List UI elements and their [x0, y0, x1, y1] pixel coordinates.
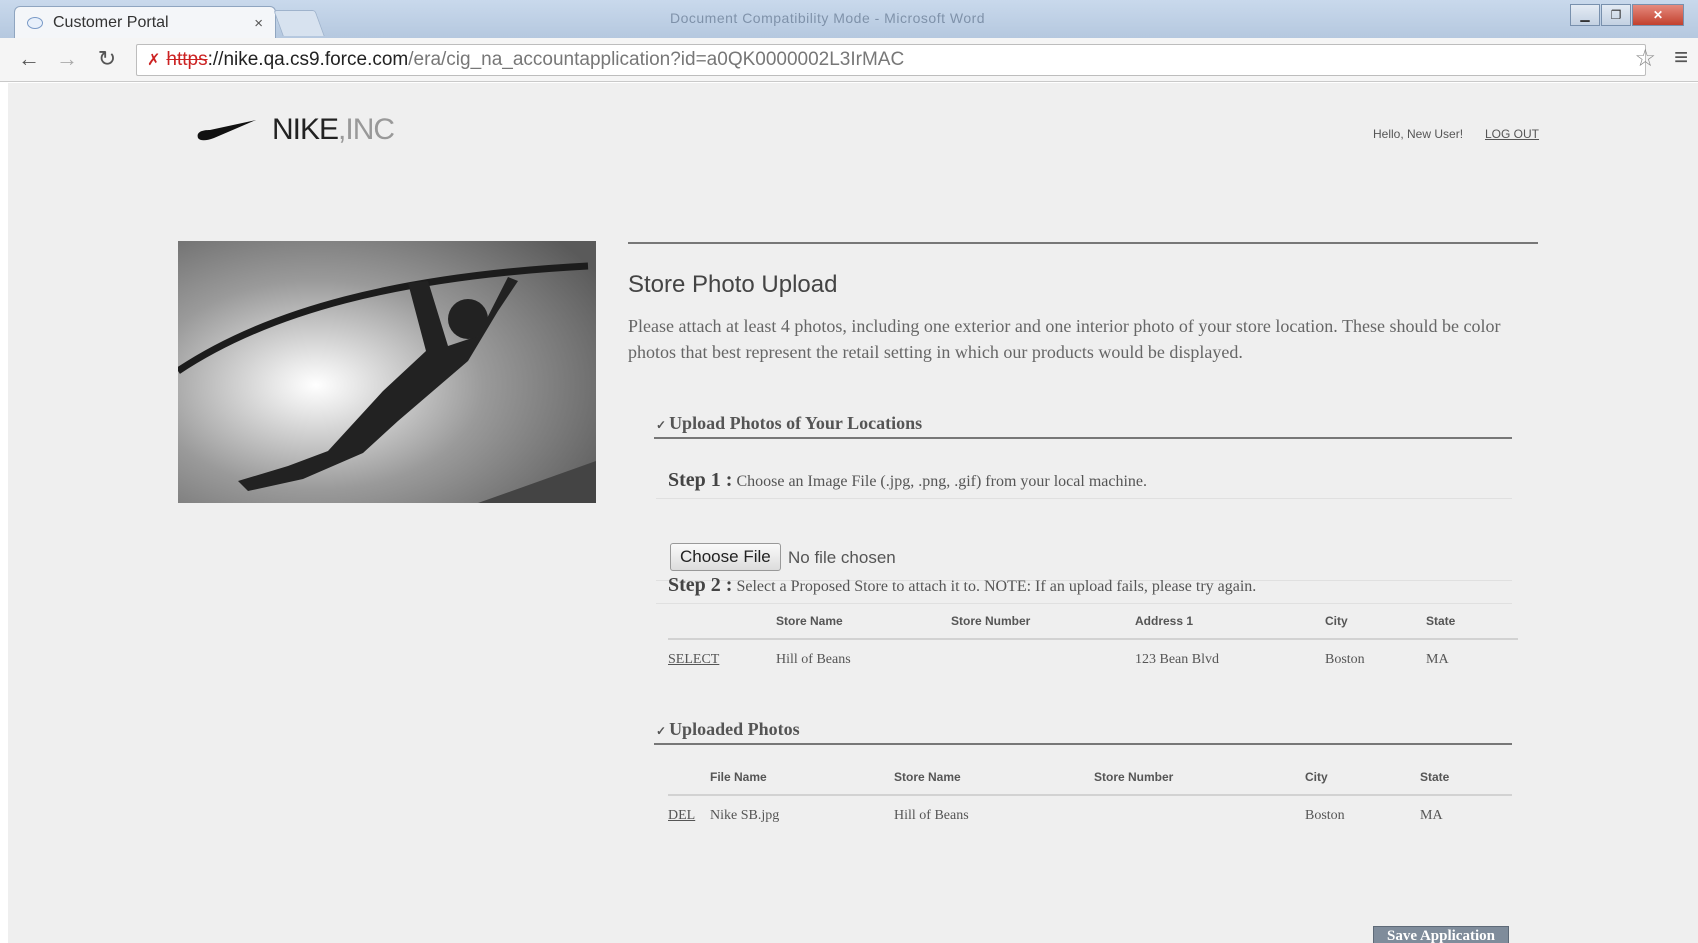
step-2-text: Select a Proposed Store to attach it to.… — [736, 578, 1257, 595]
url-host: ://nike.qa.cs9.force.com — [207, 49, 409, 70]
intro-text: Please attach at least 4 photos, includi… — [628, 316, 1501, 362]
uploaded-section-title: Uploaded Photos — [669, 719, 800, 739]
table-row: DEL Nike SB.jpg Hill of Beans Boston MA — [668, 795, 1512, 835]
column-header: State — [1420, 759, 1512, 796]
menu-icon[interactable]: ≡ — [1674, 44, 1688, 72]
column-header: City — [1305, 759, 1420, 796]
table-header-row: Store Name Store Number Address 1 City S… — [668, 603, 1518, 640]
nike-logo[interactable]: NIKE,INC — [196, 113, 395, 147]
collapse-icon[interactable]: ✓ — [656, 418, 669, 432]
insecure-icon[interactable]: ✗ — [147, 50, 160, 70]
column-header: State — [1426, 603, 1518, 640]
forward-icon[interactable]: → — [52, 44, 82, 74]
column-header: Address 1 — [1135, 603, 1325, 640]
state-cell: MA — [1420, 807, 1443, 823]
reload-icon[interactable]: ↻ — [92, 44, 122, 74]
window-title: Document Compatibility Mode - Microsoft … — [670, 10, 986, 26]
hero-image — [178, 241, 596, 503]
upload-section-title: Upload Photos of Your Locations — [669, 413, 923, 433]
step-divider — [656, 498, 1512, 499]
state-cell: MA — [1426, 651, 1449, 667]
column-header: Store Number — [951, 603, 1135, 640]
column-header: City — [1325, 603, 1426, 640]
page-content: NIKE,INC Hello, New User! LOG OUT Store … — [8, 83, 1698, 943]
uploaded-section-header[interactable]: ✓ Uploaded Photos — [656, 719, 800, 740]
section-divider — [654, 437, 1512, 439]
choose-file-button[interactable]: Choose File — [670, 543, 781, 571]
store-number-cell — [1094, 795, 1305, 835]
logout-link[interactable]: LOG OUT — [1485, 127, 1539, 141]
step-2: Step 2 : Select a Proposed Store to atta… — [668, 574, 1256, 597]
close-icon[interactable]: ✕ — [1632, 4, 1684, 26]
back-icon[interactable]: ← — [14, 44, 44, 74]
store-number-cell — [951, 639, 1135, 679]
column-header — [668, 603, 776, 640]
window-controls: ▁ ❐ ✕ — [1569, 4, 1684, 26]
user-greeting: Hello, New User! — [1373, 127, 1464, 141]
delete-photo-link[interactable]: DEL — [668, 808, 695, 823]
uploaded-photos-table: File Name Store Name Store Number City S… — [668, 759, 1512, 835]
swoosh-icon — [197, 120, 256, 141]
store-name-cell: Hill of Beans — [894, 807, 969, 823]
section-divider — [654, 743, 1512, 745]
url-scheme: https — [166, 49, 208, 70]
file-status: No file chosen — [788, 548, 896, 567]
page-icon — [27, 17, 43, 29]
column-header: Store Number — [1094, 759, 1305, 796]
new-tab-button[interactable] — [273, 10, 325, 36]
address-bar[interactable]: ✗ https ://nike.qa.cs9.force.com /era/ci… — [136, 44, 1646, 76]
logo-text: NIKE,INC — [272, 113, 395, 146]
table-row: SELECT Hill of Beans 123 Bean Blvd Bosto… — [668, 639, 1518, 679]
header-divider — [628, 242, 1538, 244]
column-header: File Name — [710, 759, 894, 796]
save-application-button[interactable]: Save Application — [1373, 926, 1509, 943]
file-name-cell: Nike SB.jpg — [710, 807, 780, 823]
browser-titlebar: Customer Portal × Document Compatibility… — [0, 0, 1698, 39]
close-tab-icon[interactable]: × — [254, 15, 263, 32]
collapse-icon[interactable]: ✓ — [656, 724, 669, 738]
column-header: Store Name — [776, 603, 951, 640]
tab-title: Customer Portal — [53, 14, 169, 31]
address-cell: 123 Bean Blvd — [1135, 651, 1219, 667]
tab-customer-portal[interactable]: Customer Portal × — [14, 6, 276, 39]
city-cell: Boston — [1325, 651, 1365, 667]
step-2-label: Step 2 : — [668, 574, 733, 596]
page-title: Store Photo Upload — [628, 271, 838, 298]
column-header — [668, 759, 710, 796]
column-header: Store Name — [894, 759, 1094, 796]
step-1: Step 1 : Choose an Image File (.jpg, .pn… — [668, 469, 1147, 492]
star-icon[interactable]: ☆ — [1634, 44, 1656, 73]
store-name-cell: Hill of Beans — [776, 651, 851, 667]
step-1-text: Choose an Image File (.jpg, .png, .gif) … — [736, 473, 1148, 490]
step-1-label: Step 1 : — [668, 469, 733, 491]
minimize-icon[interactable]: ▁ — [1570, 4, 1600, 26]
browser-toolbar: ← → ↻ ✗ https ://nike.qa.cs9.force.com /… — [0, 38, 1698, 82]
upload-section-header[interactable]: ✓ Upload Photos of Your Locations — [656, 413, 922, 434]
maximize-icon[interactable]: ❐ — [1601, 4, 1631, 26]
city-cell: Boston — [1305, 807, 1345, 823]
table-header-row: File Name Store Name Store Number City S… — [668, 759, 1512, 796]
select-store-link[interactable]: SELECT — [668, 652, 719, 667]
url-path: /era/cig_na_accountapplication?id=a0QK00… — [408, 49, 905, 70]
stores-table: Store Name Store Number Address 1 City S… — [668, 603, 1518, 679]
